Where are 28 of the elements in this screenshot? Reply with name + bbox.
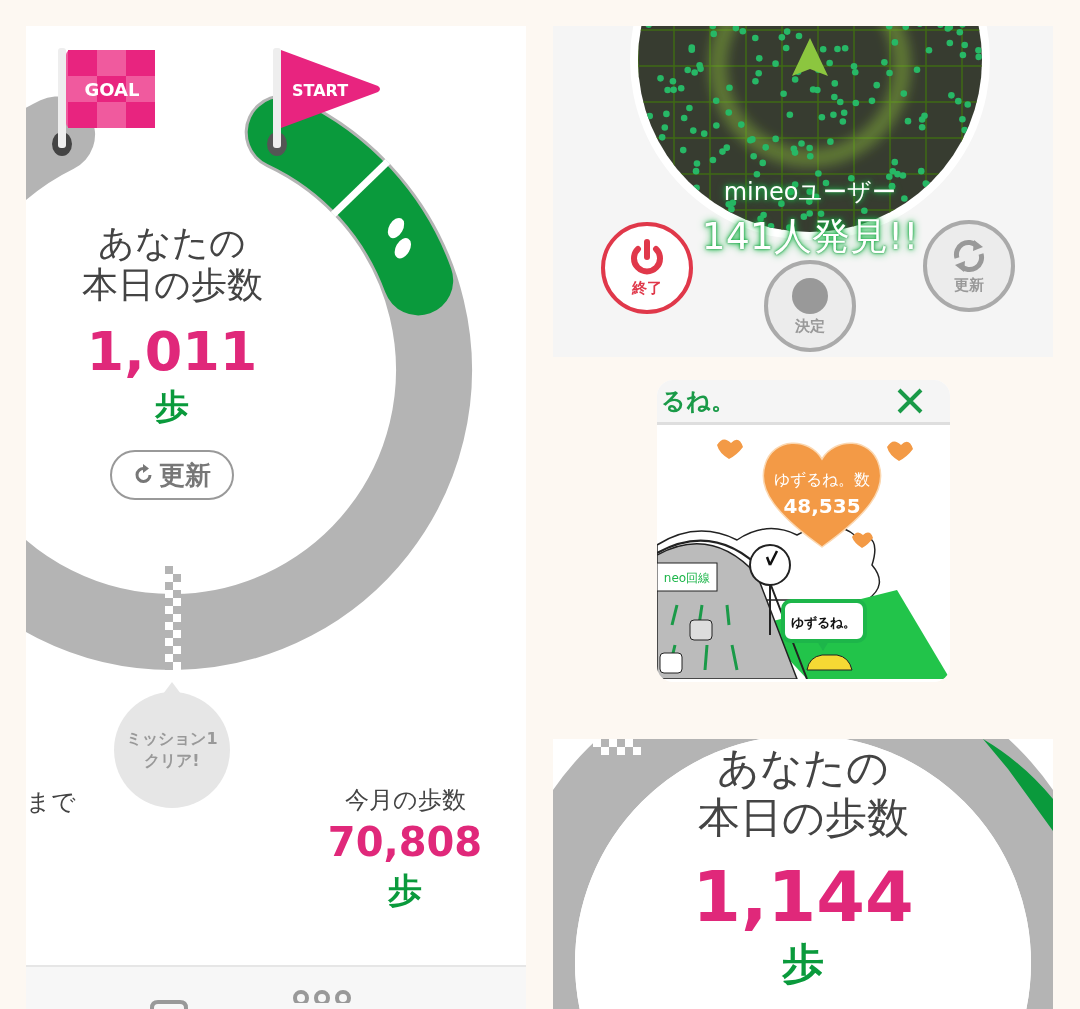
ad-title: るね。 — [660, 386, 735, 417]
power-icon — [628, 238, 666, 277]
refresh-button[interactable]: 更新 — [110, 450, 234, 500]
close-icon[interactable] — [895, 387, 924, 415]
today-steps-label: 本日の歩数 — [81, 264, 263, 306]
steps-unit: 歩 — [388, 869, 422, 912]
remaining-label: まで — [26, 787, 76, 818]
speech-bubble-text: ゆずるね。 — [790, 615, 855, 630]
today-steps-label: あなたの — [717, 743, 889, 793]
goal-flag: GOAL — [52, 48, 155, 156]
steps-unit: 歩 — [782, 939, 824, 989]
today-steps-count: 1,144 — [692, 855, 914, 939]
users-label: mineoユーザー — [722, 177, 898, 208]
month-steps-label: 今月の歩数 — [344, 785, 466, 816]
start-flag: START — [267, 48, 380, 156]
today-steps-count: 1,011 — [86, 320, 258, 384]
today-steps-label: 本日の歩数 — [697, 793, 909, 843]
month-steps-count: 70,808 — [327, 818, 483, 867]
track-divider-line — [330, 159, 391, 217]
exit-button[interactable]: 終了 — [601, 222, 693, 314]
record-dot-icon — [791, 276, 829, 315]
more-icon[interactable] — [292, 989, 352, 1003]
steps-unit: 歩 — [155, 385, 189, 428]
heart-label: ゆずるね。数 — [773, 470, 870, 489]
footprints-icon — [387, 217, 411, 259]
heart-count: 48,535 — [782, 494, 861, 518]
today-steps-label: あなたの — [98, 222, 246, 264]
sign-text: neo回線 — [663, 571, 710, 585]
